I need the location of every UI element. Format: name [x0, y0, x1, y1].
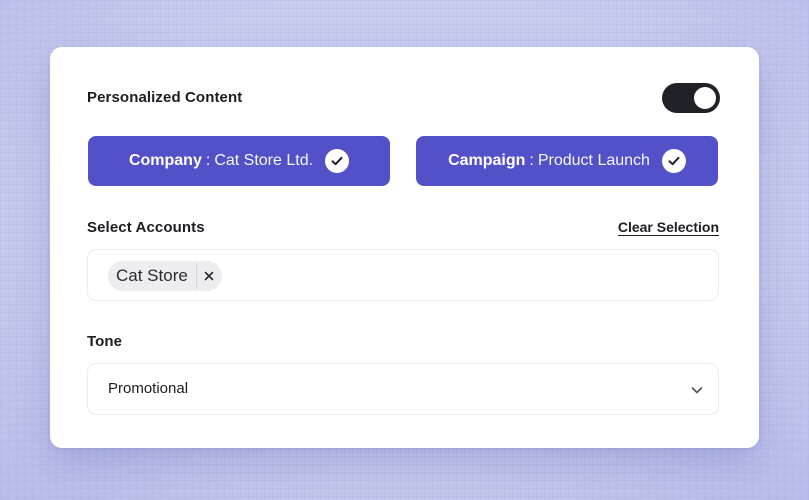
chip-separator: :	[205, 152, 211, 169]
toggle-knob	[694, 87, 716, 109]
check-icon	[325, 149, 350, 173]
check-icon	[661, 149, 686, 173]
company-chip-button[interactable]: Company : Cat Store Ltd.	[88, 136, 390, 186]
chip-value: Cat Store Ltd.	[214, 152, 314, 169]
accounts-multiselect[interactable]: Cat Store	[87, 249, 719, 301]
personalized-content-label: Personalized Content	[87, 89, 243, 106]
chip-key: Company	[128, 152, 202, 169]
account-tag-label: Cat Store	[116, 266, 188, 285]
tone-select-value: Promotional	[108, 380, 189, 397]
chevron-down-icon	[690, 383, 704, 397]
account-tag: Cat Store	[108, 261, 222, 291]
personalization-card: Personalized Content Company : Cat Store…	[50, 47, 759, 448]
chip-key: Campaign	[448, 152, 526, 169]
chip-separator: :	[529, 152, 534, 169]
close-icon[interactable]	[197, 261, 222, 291]
clear-selection-link[interactable]: Clear Selection	[618, 219, 719, 235]
tone-select[interactable]: Promotional	[87, 363, 719, 415]
select-accounts-label: Select Accounts	[87, 219, 205, 236]
personalized-content-toggle[interactable]	[662, 83, 720, 113]
tone-label: Tone	[87, 333, 123, 350]
chip-value: Product Launch	[537, 152, 650, 169]
campaign-chip-button[interactable]: Campaign : Product Launch	[416, 136, 718, 186]
